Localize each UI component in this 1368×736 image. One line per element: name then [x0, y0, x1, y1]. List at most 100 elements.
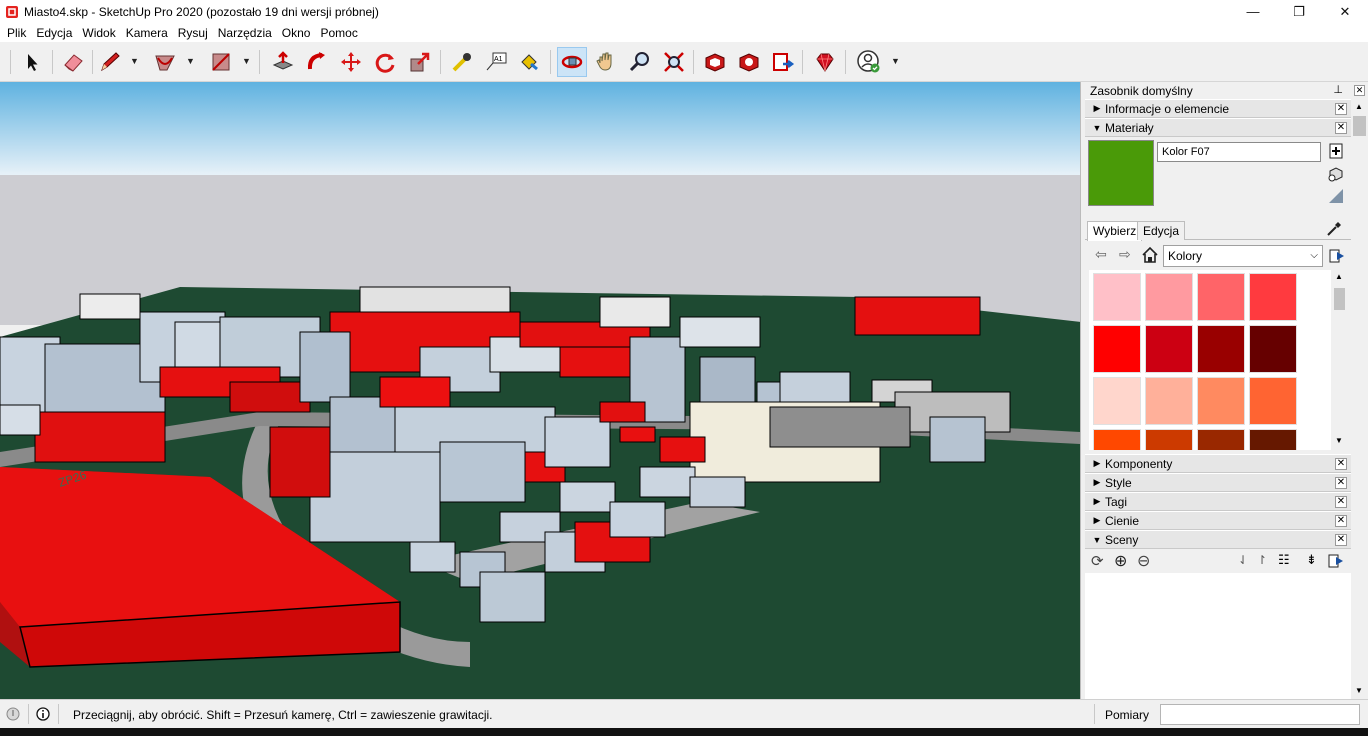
panel-tags[interactable]: ▶ Tagi ✕ — [1085, 492, 1351, 511]
color-swatch[interactable] — [1093, 273, 1141, 321]
forward-arrow-icon[interactable]: ⇨ — [1119, 246, 1131, 263]
scale-tool-button[interactable] — [405, 47, 435, 77]
color-swatch[interactable] — [1093, 377, 1141, 425]
library-select[interactable]: Kolory ⌵ — [1163, 245, 1323, 267]
color-swatch[interactable] — [1093, 429, 1141, 450]
extension-warehouse-button[interactable] — [734, 47, 764, 77]
scroll-up-icon[interactable]: ▲ — [1355, 102, 1363, 111]
menu-rysuj[interactable]: Rysuj — [173, 26, 213, 40]
line-tool-button[interactable] — [95, 47, 125, 77]
back-arrow-icon[interactable]: ⇦ — [1095, 246, 1107, 263]
rotate-tool-button[interactable] — [370, 47, 400, 77]
menu-widok[interactable]: Widok — [77, 26, 120, 40]
color-swatch[interactable] — [1197, 325, 1245, 373]
panel-materials[interactable]: ▼ Materiały ✕ — [1085, 118, 1351, 137]
3d-warehouse-button[interactable] — [700, 47, 730, 77]
tray-scrollbar[interactable]: ✕ ▲ ▼ — [1351, 82, 1368, 699]
eyedropper-icon[interactable] — [1325, 220, 1343, 238]
color-swatch[interactable] — [1145, 429, 1193, 450]
chevron-down-icon[interactable]: ▼ — [186, 56, 195, 66]
details-arrow-icon[interactable] — [1329, 248, 1345, 264]
menu-plik[interactable]: Plik — [2, 26, 31, 40]
color-swatch[interactable] — [1145, 377, 1193, 425]
paint-bucket-tool-button[interactable] — [514, 47, 544, 77]
close-button[interactable]: ✕ — [1322, 0, 1368, 23]
panel-scenes[interactable]: ▼ Sceny ✕ — [1085, 530, 1351, 549]
panel-components[interactable]: ▶ Komponenty ✕ — [1085, 454, 1351, 473]
scene-thumbnail-icon[interactable]: ⇟ — [1306, 552, 1317, 568]
close-icon[interactable]: ✕ — [1335, 458, 1347, 470]
follow-me-tool-button[interactable] — [302, 47, 332, 77]
material-name-field[interactable]: Kolor F07 — [1157, 142, 1321, 162]
push-pull-tool-button[interactable] — [268, 47, 298, 77]
close-tray-icon[interactable]: ✕ — [1354, 85, 1365, 96]
menu-kamera[interactable]: Kamera — [121, 26, 173, 40]
paint-default-icon[interactable] — [1327, 165, 1345, 183]
scroll-down-icon[interactable]: ▼ — [1355, 686, 1363, 695]
menu-edycja[interactable]: Edycja — [31, 26, 77, 40]
scroll-thumb[interactable] — [1353, 116, 1366, 136]
chevron-down-icon[interactable]: ▼ — [242, 56, 251, 66]
layout-button[interactable] — [768, 47, 798, 77]
home-icon[interactable] — [1141, 246, 1159, 264]
rectangle-tool-button[interactable] — [206, 47, 236, 77]
panel-shadows[interactable]: ▶ Cienie ✕ — [1085, 511, 1351, 530]
tab-wybierz[interactable]: Wybierz — [1087, 221, 1143, 241]
color-swatch[interactable] — [1197, 273, 1245, 321]
scroll-up-icon[interactable]: ▲ — [1335, 272, 1343, 281]
scroll-thumb[interactable] — [1334, 288, 1345, 310]
create-material-icon[interactable] — [1327, 142, 1345, 160]
measurements-input[interactable] — [1160, 704, 1360, 725]
color-swatch[interactable] — [1249, 429, 1297, 450]
geolocation-icon[interactable] — [6, 707, 20, 721]
scroll-down-icon[interactable]: ▼ — [1335, 436, 1343, 445]
eraser-tool-button[interactable] — [58, 47, 88, 77]
color-swatch[interactable] — [1249, 273, 1297, 321]
menu-pomoc[interactable]: Pomoc — [315, 26, 362, 40]
color-swatch[interactable] — [1197, 377, 1245, 425]
color-swatch[interactable] — [1249, 377, 1297, 425]
tape-measure-tool-button[interactable] — [447, 47, 477, 77]
color-swatch[interactable] — [1197, 429, 1245, 450]
arc-tool-button[interactable] — [150, 47, 180, 77]
orbit-tool-button[interactable] — [557, 47, 587, 77]
close-icon[interactable]: ✕ — [1335, 103, 1347, 115]
chevron-down-icon[interactable]: ▼ — [130, 56, 139, 66]
material-swatch[interactable] — [1088, 140, 1154, 206]
zoom-tool-button[interactable] — [625, 47, 655, 77]
move-scene-down-icon[interactable]: ⇃ — [1238, 553, 1248, 567]
city-model-scene[interactable]: ZP26 — [0, 82, 1081, 699]
sample-paint-icon[interactable] — [1327, 187, 1345, 205]
tab-edycja[interactable]: Edycja — [1137, 221, 1186, 240]
menu-okno[interactable]: Okno — [277, 26, 316, 40]
menu-narzedzia[interactable]: Narzędzia — [213, 26, 277, 40]
details-arrow-icon[interactable] — [1328, 553, 1344, 569]
profile-button[interactable] — [854, 47, 884, 77]
move-tool-button[interactable] — [336, 47, 366, 77]
restore-button[interactable]: ❐ — [1276, 0, 1322, 23]
pin-icon[interactable]: ⊥ — [1333, 83, 1343, 96]
refresh-icon[interactable]: ⟳ — [1091, 552, 1104, 570]
ruby-extension-button[interactable] — [810, 47, 840, 77]
model-viewport[interactable]: ZP26 — [0, 82, 1081, 699]
close-icon[interactable]: ✕ — [1335, 496, 1347, 508]
select-tool-button[interactable] — [17, 47, 47, 77]
view-options-icon[interactable]: ☷ — [1278, 552, 1290, 568]
swatch-scrollbar[interactable]: ▲ ▼ — [1332, 270, 1347, 450]
zoom-extents-tool-button[interactable] — [659, 47, 689, 77]
color-swatch[interactable] — [1145, 273, 1193, 321]
chevron-down-icon[interactable]: ▼ — [891, 56, 900, 66]
panel-styles[interactable]: ▶ Style ✕ — [1085, 473, 1351, 492]
close-icon[interactable]: ✕ — [1335, 534, 1347, 546]
pan-tool-button[interactable] — [591, 47, 621, 77]
close-icon[interactable]: ✕ — [1335, 122, 1347, 134]
panel-entity-info[interactable]: ▶ Informacje o elemencie ✕ — [1085, 99, 1351, 118]
close-icon[interactable]: ✕ — [1335, 515, 1347, 527]
text-tool-button[interactable]: A1 — [481, 47, 511, 77]
add-scene-icon[interactable]: ⊕ — [1114, 551, 1127, 571]
info-icon[interactable] — [36, 707, 50, 721]
color-swatch[interactable] — [1093, 325, 1141, 373]
close-icon[interactable]: ✕ — [1335, 477, 1347, 489]
minimize-button[interactable]: — — [1230, 0, 1276, 23]
color-swatch[interactable] — [1249, 325, 1297, 373]
